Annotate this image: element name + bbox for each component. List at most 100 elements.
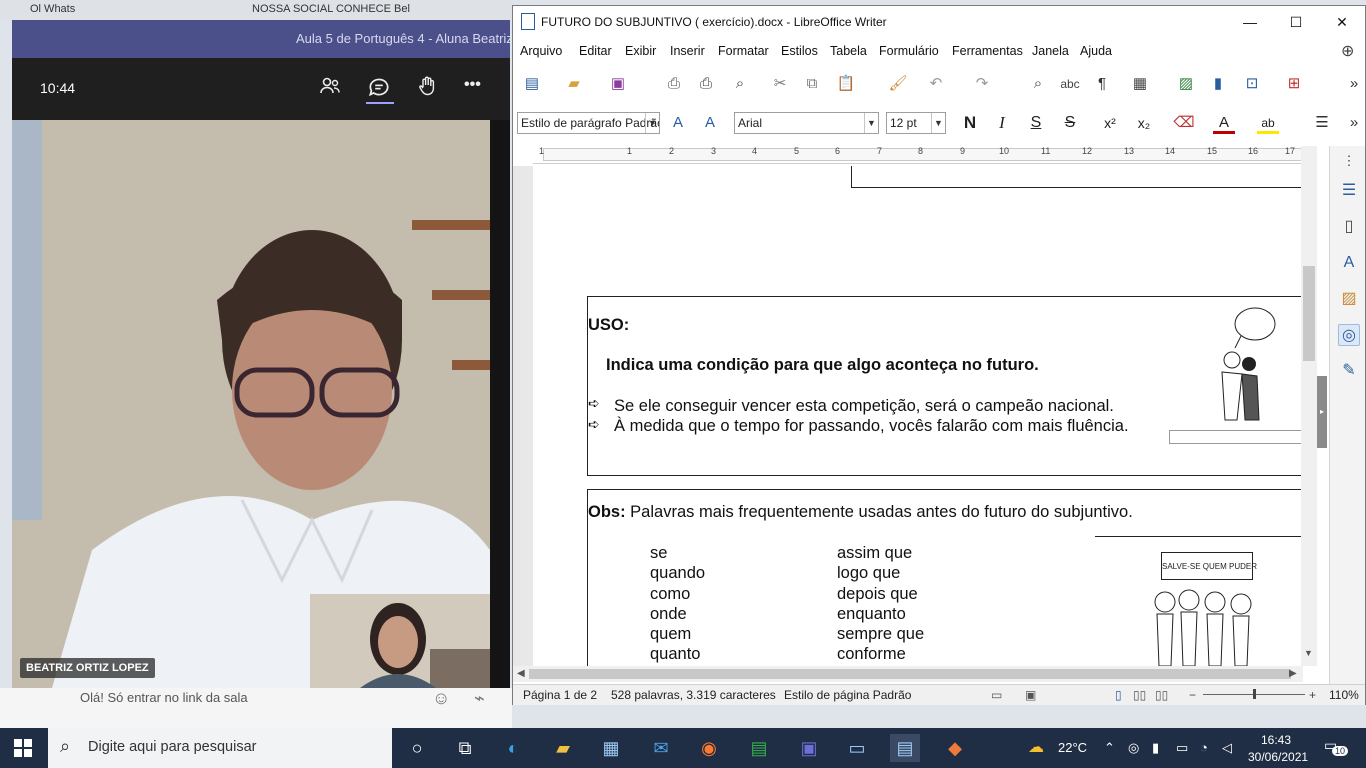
- scroll-right-icon[interactable]: ▶: [1289, 668, 1297, 679]
- horizontal-scroll-thumb[interactable]: [529, 669, 1291, 679]
- emoji-icon[interactable]: ☺: [432, 688, 450, 709]
- network-icon[interactable]: ◎: [1128, 740, 1139, 756]
- firefox-icon[interactable]: ◉: [694, 734, 724, 762]
- copy-icon[interactable]: ⧉: [801, 73, 823, 95]
- document-area[interactable]: USO: Indica uma condição para que algo a…: [513, 166, 1303, 666]
- subscript-button[interactable]: x₂: [1133, 112, 1155, 134]
- book-view-icon[interactable]: ▯▯: [1155, 688, 1168, 702]
- undo-icon[interactable]: ↶: [925, 73, 947, 95]
- clock-date[interactable]: 30/06/2021: [1248, 750, 1308, 764]
- vertical-scroll-thumb[interactable]: [1303, 266, 1315, 361]
- scroll-down-icon[interactable]: ▼: [1304, 648, 1313, 658]
- menu-janela[interactable]: Janela: [1032, 44, 1069, 58]
- more-options-icon[interactable]: ⋮: [1338, 150, 1360, 172]
- more-options-button[interactable]: •••: [464, 76, 494, 106]
- zoom-out-icon[interactable]: −: [1189, 688, 1196, 702]
- menu-editar[interactable]: Editar: [579, 44, 612, 58]
- task-view-icon[interactable]: ⧉: [450, 734, 480, 762]
- menu-arquivo[interactable]: Arquivo: [520, 44, 562, 58]
- toolbar-overflow-icon[interactable]: »: [1343, 112, 1365, 134]
- page-icon[interactable]: ▯: [1338, 216, 1360, 238]
- selection-mode-icon[interactable]: ▭: [991, 688, 1002, 702]
- menu-formulario[interactable]: Formulário: [879, 44, 939, 58]
- manage-changes-icon[interactable]: ✎: [1338, 360, 1360, 382]
- cortana-icon[interactable]: ○: [402, 734, 432, 762]
- open-folder-icon[interactable]: ▰: [563, 73, 585, 95]
- vertical-scrollbar[interactable]: ▼: [1301, 146, 1317, 666]
- font-name-combo[interactable]: Arial ▼: [734, 112, 879, 134]
- status-page-style[interactable]: Estilo de página Padrão: [784, 688, 911, 702]
- align-left-icon[interactable]: ☰: [1311, 112, 1333, 134]
- paste-icon[interactable]: 📋: [835, 73, 857, 95]
- zoom-level[interactable]: 110%: [1329, 688, 1359, 702]
- paint-icon[interactable]: ◆: [940, 734, 970, 762]
- cut-icon[interactable]: ✂: [769, 73, 791, 95]
- font-size-combo[interactable]: 12 pt ▼: [886, 112, 946, 134]
- redo-icon[interactable]: ↷: [971, 73, 993, 95]
- highlight-button[interactable]: ab: [1257, 112, 1279, 134]
- attach-icon[interactable]: ⌁: [474, 688, 485, 709]
- export-pdf-icon[interactable]: ⎙: [663, 73, 685, 95]
- document-modified-icon[interactable]: ▣: [1025, 688, 1036, 702]
- clear-formatting-icon[interactable]: ⌫: [1173, 112, 1195, 134]
- insert-page-break-icon[interactable]: ⊞: [1283, 73, 1305, 95]
- microphone-icon[interactable]: ▮: [1152, 740, 1159, 756]
- paragraph-style-combo[interactable]: Estilo de parágrafo Padrão ▼: [517, 112, 660, 134]
- scroll-left-icon[interactable]: ◀: [517, 668, 525, 679]
- menu-tabela[interactable]: Tabela: [830, 44, 867, 58]
- find-replace-icon[interactable]: ⌕: [1027, 73, 1049, 95]
- horizontal-ruler[interactable]: 1 1 2 3 4 5 6 7 8 9 10 11 12 13 14 15 16…: [533, 146, 1305, 164]
- single-page-view-icon[interactable]: ▯: [1115, 688, 1122, 702]
- volume-icon[interactable]: ◁: [1222, 740, 1232, 756]
- zoom-in-icon[interactable]: +: [1309, 688, 1316, 702]
- multi-page-view-icon[interactable]: ▯▯: [1133, 688, 1146, 702]
- zoom-slider-thumb[interactable]: [1253, 689, 1256, 699]
- minimize-button[interactable]: —: [1227, 10, 1273, 34]
- new-style-icon[interactable]: A: [699, 112, 721, 134]
- maximize-button[interactable]: ☐: [1273, 10, 1319, 34]
- participants-button[interactable]: [318, 74, 348, 104]
- gallery-icon[interactable]: ▨: [1338, 288, 1360, 310]
- strikethrough-button[interactable]: S: [1059, 112, 1081, 134]
- file-explorer-icon[interactable]: ▰: [548, 734, 578, 762]
- sidebar-collapse-handle[interactable]: ▸: [1317, 376, 1327, 448]
- writer-taskbar-icon[interactable]: ▤: [890, 734, 920, 762]
- menu-formatar[interactable]: Formatar: [718, 44, 769, 58]
- close-button[interactable]: ✕: [1319, 10, 1365, 34]
- taskbar-search[interactable]: ⌕ Digite aqui para pesquisar: [48, 728, 392, 768]
- insert-image-icon[interactable]: ▨: [1175, 73, 1197, 95]
- toolbar-overflow-icon[interactable]: »: [1343, 73, 1365, 95]
- font-color-button[interactable]: A: [1213, 112, 1235, 134]
- chevron-down-icon[interactable]: ▼: [645, 113, 659, 133]
- notepad-icon[interactable]: ▭: [842, 734, 872, 762]
- insert-table-icon[interactable]: ▦: [1129, 73, 1151, 95]
- globe-icon[interactable]: ⊕: [1341, 41, 1354, 61]
- properties-icon[interactable]: ☰: [1338, 180, 1360, 202]
- menu-exibir[interactable]: Exibir: [625, 44, 656, 58]
- menu-inserir[interactable]: Inserir: [670, 44, 705, 58]
- weather-icon[interactable]: ☁: [1028, 737, 1044, 757]
- chevron-down-icon[interactable]: ▼: [931, 113, 945, 133]
- edge-icon[interactable]: ◐: [498, 734, 528, 762]
- styles-icon[interactable]: A: [1338, 252, 1360, 274]
- mail-icon[interactable]: ✉: [646, 734, 676, 762]
- italic-button[interactable]: I: [991, 112, 1013, 134]
- print-icon[interactable]: ⎙: [695, 73, 717, 95]
- teams-icon[interactable]: ▣: [794, 734, 824, 762]
- chat-button[interactable]: [366, 74, 396, 104]
- windows-start-icon[interactable]: [14, 739, 32, 757]
- update-style-icon[interactable]: A: [667, 112, 689, 134]
- clone-formatting-icon[interactable]: 🖌: [887, 73, 909, 95]
- raise-hand-button[interactable]: [416, 74, 446, 104]
- insert-textbox-icon[interactable]: ⊡: [1241, 73, 1263, 95]
- save-icon[interactable]: ▣: [607, 73, 629, 95]
- superscript-button[interactable]: x²: [1099, 112, 1121, 134]
- store-icon[interactable]: ▦: [596, 734, 626, 762]
- temperature[interactable]: 22°C: [1058, 740, 1087, 755]
- horizontal-scrollbar[interactable]: ◀ ▶: [513, 666, 1303, 682]
- browser-tab-youtube[interactable]: NOSSA SOCIAL CONHECE Bel: [252, 3, 502, 20]
- browser-tab-whatsapp[interactable]: Ol Whats: [30, 3, 180, 20]
- menu-ferramentas[interactable]: Ferramentas: [952, 44, 1023, 58]
- battery-icon[interactable]: ▭: [1176, 740, 1188, 756]
- calc-icon[interactable]: ▤: [744, 734, 774, 762]
